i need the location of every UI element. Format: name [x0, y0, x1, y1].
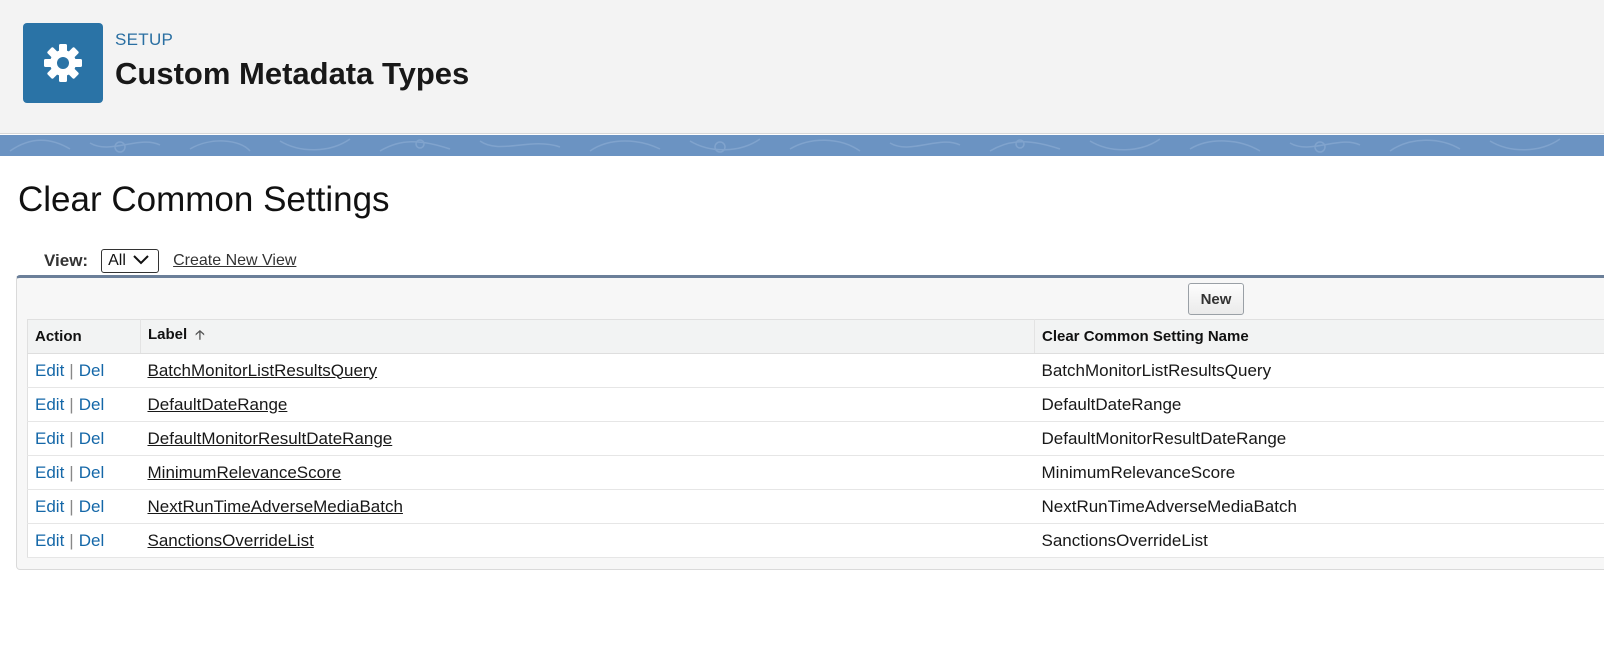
- create-new-view-link[interactable]: Create New View: [173, 252, 296, 270]
- label-cell: SanctionsOverrideList: [140, 523, 1035, 558]
- column-header-action: Action: [27, 319, 141, 354]
- record-label-link[interactable]: BatchMonitorListResultsQuery: [148, 361, 378, 380]
- table-row: Edit | Del MinimumRelevanceScore MinimumRe…: [27, 455, 1604, 490]
- del-link[interactable]: Del: [79, 395, 105, 414]
- gear-icon: [23, 23, 103, 103]
- header-eyebrow: SETUP: [115, 30, 174, 49]
- new-button[interactable]: New: [1188, 283, 1244, 315]
- record-label-link[interactable]: MinimumRelevanceScore: [148, 463, 342, 482]
- list-panel: New Action Label 🡡 Clear Common Setting N…: [16, 275, 1604, 570]
- setting-name-cell: DefaultMonitorResultDateRange: [1034, 421, 1604, 456]
- column-header-label[interactable]: Label 🡡: [140, 319, 1035, 354]
- setting-name-cell: SanctionsOverrideList: [1034, 523, 1604, 558]
- edit-link[interactable]: Edit: [35, 497, 64, 516]
- record-label-link[interactable]: DefaultMonitorResultDateRange: [148, 429, 393, 448]
- action-cell: Edit | Del: [27, 455, 141, 490]
- table-header-row: Action Label 🡡 Clear Common Setting Name: [27, 319, 1604, 354]
- edit-link[interactable]: Edit: [35, 463, 64, 482]
- table-row: Edit | Del DefaultDateRange DefaultDateRan…: [27, 387, 1604, 422]
- edit-link[interactable]: Edit: [35, 395, 64, 414]
- del-link[interactable]: Del: [79, 463, 105, 482]
- label-cell: BatchMonitorListResultsQuery: [140, 353, 1035, 388]
- setting-name-cell: NextRunTimeAdverseMediaBatch: [1034, 489, 1604, 524]
- setting-name-cell: MinimumRelevanceScore: [1034, 455, 1604, 490]
- page-title: Clear Common Settings: [18, 180, 390, 219]
- record-label-link[interactable]: NextRunTimeAdverseMediaBatch: [148, 497, 403, 516]
- action-cell: Edit | Del: [27, 353, 141, 388]
- decorative-banner: [0, 135, 1604, 156]
- edit-link[interactable]: Edit: [35, 361, 64, 380]
- table-row: Edit | Del SanctionsOverrideList Sanctions…: [27, 523, 1604, 558]
- record-label-link[interactable]: DefaultDateRange: [148, 395, 288, 414]
- table-row: Edit | Del BatchMonitorListResultsQuery Ba…: [27, 353, 1604, 388]
- action-cell: Edit | Del: [27, 489, 141, 524]
- action-cell: Edit | Del: [27, 421, 141, 456]
- record-label-link[interactable]: SanctionsOverrideList: [148, 531, 314, 550]
- view-select-value: All: [108, 252, 126, 269]
- edit-link[interactable]: Edit: [35, 531, 64, 550]
- action-cell: Edit | Del: [27, 387, 141, 422]
- del-link[interactable]: Del: [79, 361, 105, 380]
- setting-name-cell: BatchMonitorListResultsQuery: [1034, 353, 1604, 388]
- view-select[interactable]: All: [101, 249, 160, 273]
- action-cell: Edit | Del: [27, 523, 141, 558]
- view-label: View:: [44, 251, 89, 270]
- del-link[interactable]: Del: [79, 531, 105, 550]
- del-link[interactable]: Del: [79, 497, 105, 516]
- label-cell: DefaultMonitorResultDateRange: [140, 421, 1035, 456]
- table-row: Edit | Del DefaultMonitorResultDateRange D…: [27, 421, 1604, 456]
- records-table: Action Label 🡡 Clear Common Setting Name …: [27, 319, 1604, 558]
- view-bar: View: All Create New View: [44, 248, 296, 274]
- chevron-down-icon: [133, 252, 149, 270]
- sort-ascending-icon: 🡡: [195, 326, 205, 342]
- edit-link[interactable]: Edit: [35, 429, 64, 448]
- header-title: Custom Metadata Types: [115, 56, 470, 91]
- setup-header: SETUP Custom Metadata Types: [0, 0, 1604, 134]
- label-cell: DefaultDateRange: [140, 387, 1035, 422]
- column-header-setting-name[interactable]: Clear Common Setting Name: [1034, 319, 1604, 354]
- label-cell: NextRunTimeAdverseMediaBatch: [140, 489, 1035, 524]
- del-link[interactable]: Del: [79, 429, 105, 448]
- label-cell: MinimumRelevanceScore: [140, 455, 1035, 490]
- table-row: Edit | Del NextRunTimeAdverseMediaBatch Ne…: [27, 489, 1604, 524]
- setting-name-cell: DefaultDateRange: [1034, 387, 1604, 422]
